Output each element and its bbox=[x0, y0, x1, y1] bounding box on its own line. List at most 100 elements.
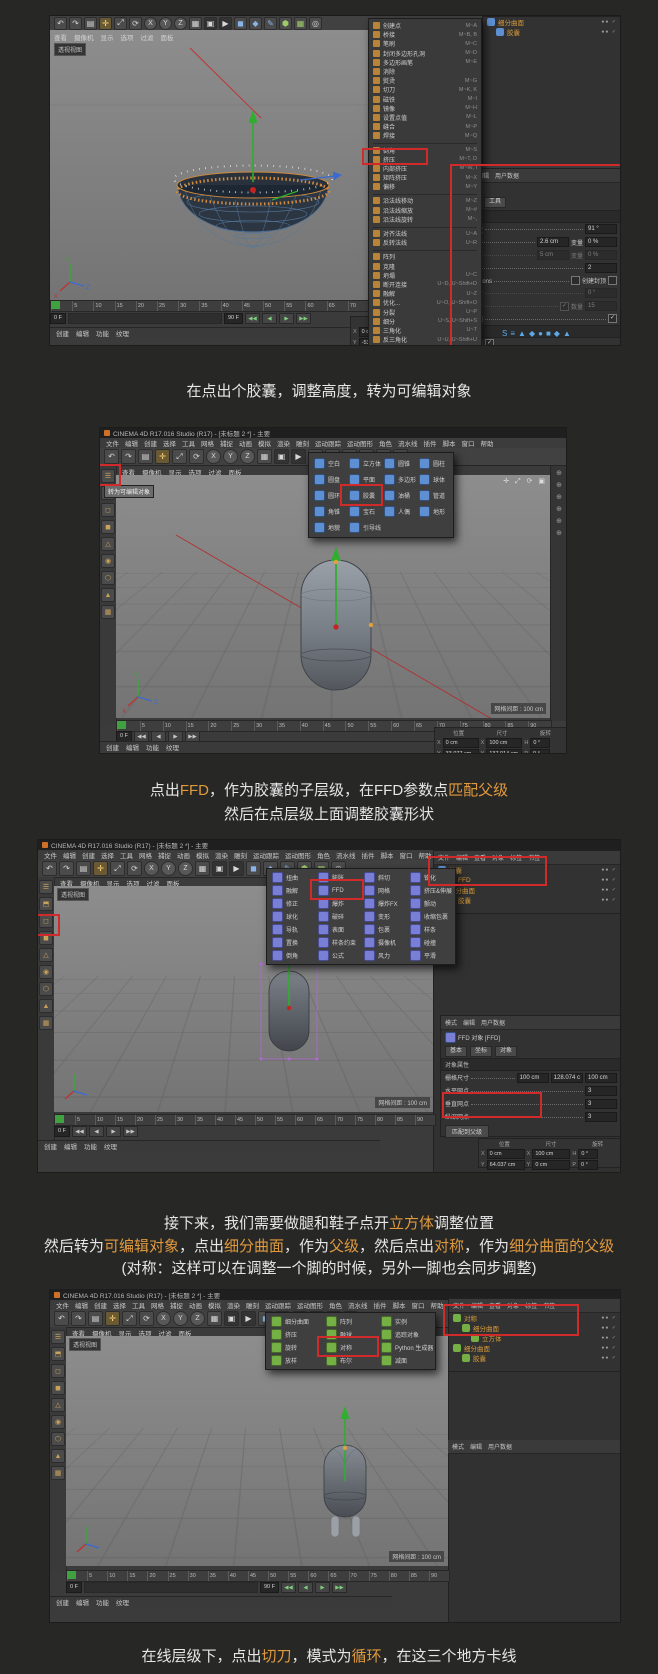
primitive-menu-item[interactable]: 地形 bbox=[416, 503, 451, 519]
palette-icon[interactable]: ◼ bbox=[39, 931, 53, 945]
object-manager-tab[interactable]: 文件 bbox=[453, 1301, 465, 1310]
menu-bar-item[interactable]: 流水线 bbox=[348, 1300, 368, 1310]
menu-bar-item[interactable]: 插件 bbox=[362, 850, 375, 860]
tab-tool[interactable]: 工具 bbox=[484, 197, 507, 208]
end-frame-field[interactable]: 90 F bbox=[223, 313, 243, 324]
menu-bar-item[interactable]: 运动跟踪 bbox=[253, 850, 279, 860]
menu-bar-item[interactable]: 选择 bbox=[101, 850, 114, 860]
current-frame-field[interactable]: 0 F bbox=[50, 313, 66, 324]
taskbar-icon[interactable]: ◆ bbox=[554, 329, 560, 338]
deformer-menu-item[interactable]: 爆炸 bbox=[315, 897, 361, 910]
palette-icon[interactable]: ⬡ bbox=[101, 571, 115, 585]
frame-slider[interactable] bbox=[67, 313, 222, 324]
object-toggles[interactable]: ●● ✓ bbox=[601, 1355, 617, 1361]
attribute-tab[interactable]: 用户数据 bbox=[481, 1018, 505, 1027]
palette-icon[interactable]: ▲ bbox=[101, 588, 115, 602]
horizontal-points[interactable]: 3 bbox=[585, 1085, 617, 1096]
depth-points[interactable]: 3 bbox=[585, 1111, 617, 1122]
object-manager-row[interactable]: 胶囊 ●● ✓ bbox=[434, 865, 620, 875]
attribute-tab[interactable]: 模式 bbox=[445, 1018, 457, 1027]
material-tab[interactable]: 功能 bbox=[96, 1597, 109, 1607]
menu-bar-item[interactable]: 运动图形 bbox=[297, 1300, 323, 1310]
primitive-menu-item[interactable]: 多边形 bbox=[381, 471, 416, 487]
toolbar-icon[interactable]: ↶ bbox=[42, 861, 57, 876]
context-menu-item[interactable]: 焊接 M~Q bbox=[369, 131, 481, 140]
toolbar-icon[interactable]: ⤢ bbox=[110, 861, 125, 876]
palette-icon[interactable]: ◼ bbox=[101, 520, 115, 534]
attribute-value-field[interactable]: 2.6 cm bbox=[536, 237, 569, 247]
menu-bar-item[interactable]: 流水线 bbox=[398, 438, 418, 448]
coordinate-value[interactable]: 0 cm bbox=[486, 1149, 525, 1159]
context-menu-item[interactable]: 矩阵挤压 M~X bbox=[369, 173, 481, 182]
material-tab[interactable]: 创建 bbox=[44, 1141, 57, 1151]
menu-bar-item[interactable]: 创建 bbox=[144, 438, 157, 448]
deformer-menu-item[interactable]: 样条约束 bbox=[315, 936, 361, 949]
menu-bar-item[interactable]: 网格 bbox=[151, 1300, 164, 1310]
menu-bar-item[interactable]: 动画 bbox=[239, 438, 252, 448]
context-menu-item[interactable]: 反三角化 U~U, U~Shift+U bbox=[369, 335, 481, 344]
generator-menu-item[interactable]: 对称 bbox=[323, 1341, 378, 1354]
object-toggles[interactable]: ●● ✓ bbox=[601, 1335, 617, 1341]
menu-bar-item[interactable]: 网格 bbox=[139, 850, 152, 860]
primitive-menu-item[interactable]: 圆环 bbox=[311, 487, 346, 503]
toolbar-icon[interactable]: ▣ bbox=[204, 16, 217, 30]
toolbar-icon[interactable]: ⤢ bbox=[122, 1311, 137, 1326]
menu-bar-item[interactable]: 动画 bbox=[177, 850, 190, 860]
deformer-menu-item[interactable]: 膨胀 bbox=[315, 871, 361, 884]
context-menu-item[interactable]: 克隆 bbox=[369, 262, 481, 271]
material-tab[interactable]: 功能 bbox=[146, 742, 159, 752]
toolbar-icon[interactable]: Z bbox=[240, 449, 255, 464]
toolbar-icon[interactable]: Z bbox=[178, 861, 193, 876]
object-manager-tab[interactable]: 查看 bbox=[489, 1301, 501, 1310]
toolbar-icon[interactable]: ↶ bbox=[54, 1311, 69, 1326]
deformer-menu-item[interactable]: 斜切 bbox=[361, 871, 407, 884]
transport-button[interactable]: ◀ bbox=[297, 1582, 313, 1593]
toolbar-icon[interactable]: ✛ bbox=[99, 16, 112, 30]
material-tab[interactable]: 纹理 bbox=[116, 328, 129, 338]
coordinate-value[interactable]: 0 ° bbox=[578, 1160, 599, 1170]
attribute-tab[interactable]: 编辑 bbox=[470, 1442, 482, 1451]
toolbar-icon[interactable]: ✎ bbox=[264, 16, 277, 30]
toolbar-icon[interactable]: ⤢ bbox=[114, 16, 127, 30]
menu-bar-item[interactable]: 帮助 bbox=[419, 850, 432, 860]
object-manager-row[interactable]: 胶囊 ●● ✓ bbox=[483, 27, 620, 37]
palette-icon[interactable]: ⬒ bbox=[51, 1347, 65, 1361]
toolbar-icon[interactable]: Z bbox=[174, 16, 187, 30]
context-menu-item[interactable]: 镜像 M~H bbox=[369, 104, 481, 113]
menu-bar-item[interactable]: 创建 bbox=[82, 850, 95, 860]
toolbar-icon[interactable]: ▦ bbox=[294, 16, 307, 30]
menu-bar-item[interactable]: 渲染 bbox=[277, 438, 290, 448]
grid-size-y[interactable]: 128.074 c bbox=[550, 1072, 583, 1083]
primitive-menu-item[interactable]: 圆盘 bbox=[311, 471, 346, 487]
deformer-menu-item[interactable]: 风力 bbox=[361, 949, 407, 962]
attribute-checkbox[interactable] bbox=[570, 276, 580, 285]
deformer-menu-item[interactable]: 置换 bbox=[269, 936, 315, 949]
object-toggles[interactable]: ●● ✓ bbox=[601, 1345, 617, 1351]
transport-button[interactable]: ◀ bbox=[88, 1126, 104, 1137]
palette-icon[interactable]: ▲ bbox=[39, 999, 53, 1013]
generator-menu-item[interactable]: 旋转 bbox=[268, 1341, 323, 1354]
menu-bar-item[interactable]: 插件 bbox=[424, 438, 437, 448]
palette-icon[interactable]: ▲ bbox=[51, 1449, 65, 1463]
coordinate-value[interactable]: 0 cm bbox=[532, 1160, 571, 1170]
context-menu-item[interactable]: 偏移 M~Y bbox=[369, 182, 481, 191]
palette-icon[interactable]: ▦ bbox=[101, 605, 115, 619]
generator-menu-item[interactable]: 放样 bbox=[268, 1354, 323, 1367]
object-manager-tab[interactable]: 书签 bbox=[528, 853, 540, 862]
toolbar-icon[interactable]: ◼ bbox=[246, 861, 261, 876]
coordinate-value[interactable]: 0 ° bbox=[530, 749, 551, 753]
palette-icon[interactable]: ⬡ bbox=[39, 982, 53, 996]
toolbar-icon[interactable]: ▦ bbox=[207, 1311, 222, 1326]
toolbar-icon[interactable]: ▦ bbox=[195, 861, 210, 876]
material-tab[interactable]: 创建 bbox=[56, 1597, 69, 1607]
primitive-menu-item[interactable]: 空白 bbox=[311, 455, 346, 471]
timeline-playhead[interactable] bbox=[117, 721, 126, 729]
viewport-3d[interactable]: 透视视图 网格间距: 100 cm bbox=[66, 1336, 448, 1566]
context-menu-item[interactable]: 磁铁 M~I bbox=[369, 95, 481, 104]
menu-bar-item[interactable]: 文件 bbox=[56, 1300, 69, 1310]
menu-bar-item[interactable]: 雕刻 bbox=[246, 1300, 259, 1310]
context-menu-item[interactable] bbox=[373, 192, 477, 196]
menu-bar-item[interactable]: 动画 bbox=[189, 1300, 202, 1310]
object-toggles[interactable]: ●● ✓ bbox=[601, 867, 617, 873]
menu-bar-item[interactable]: 运动图形 bbox=[347, 438, 373, 448]
